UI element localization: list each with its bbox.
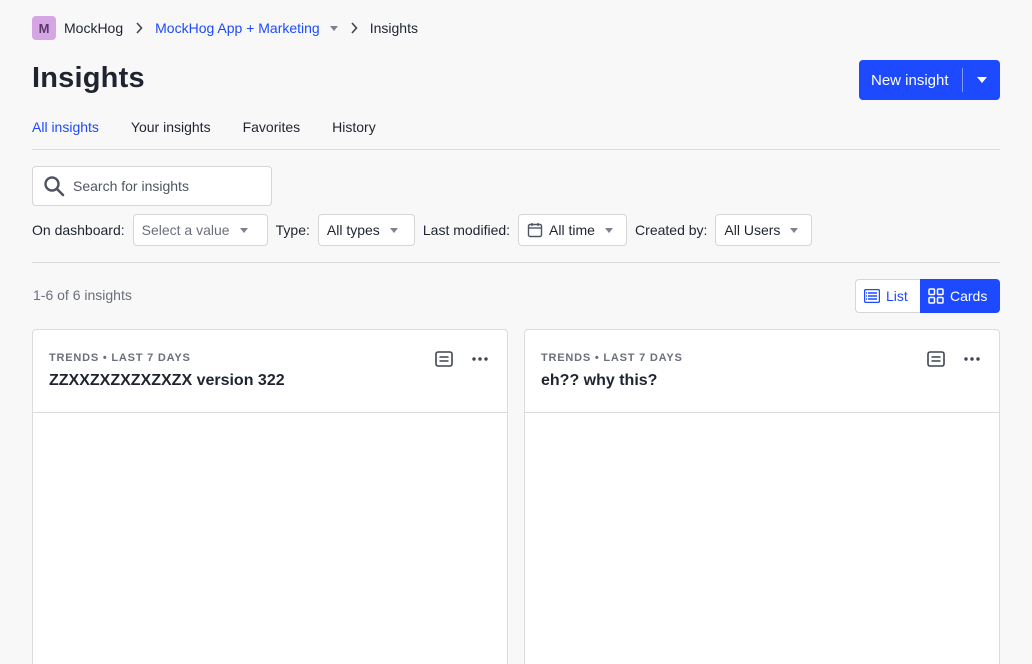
modified-select-value: All time [549,222,595,238]
breadcrumb-project-label: MockHog App + Marketing [155,20,320,36]
insight-card-title[interactable]: ZZXXZXZXZXZXZX version 322 [49,372,491,390]
type-select-value: All types [326,222,380,238]
chevron-right-icon [135,22,143,34]
tab-your-insights[interactable]: Your insights [131,112,211,142]
cards-view-button[interactable]: Cards [920,279,1000,313]
type-filter-label: Type: [275,222,310,238]
caret-down-icon [239,227,248,233]
details-icon[interactable] [433,350,455,368]
dashboard-select-value: Select a value [141,222,230,238]
breadcrumb-project[interactable]: MockHog App + Marketing [155,20,338,36]
dashboard-select[interactable]: Select a value [132,214,268,246]
tab-all-insights[interactable]: All insights [32,112,99,142]
insight-card[interactable]: Trends • Last 7 days eh?? why this? [524,329,1000,664]
list-icon [864,289,880,303]
created-select-value: All Users [724,222,781,238]
search-input[interactable] [73,178,253,194]
modified-filter-label: Last modified: [422,222,511,238]
grid-icon [928,288,944,304]
insight-card-header: Trends • Last 7 days ZZXXZXZXZXZXZX vers… [33,330,507,413]
created-filter-label: Created by: [635,222,708,238]
search-box[interactable] [32,166,272,206]
caret-down-icon [976,77,987,83]
view-toggle: List Cards [855,279,1000,313]
page-title: Insights [32,62,145,94]
list-view-label: List [886,288,908,304]
filters-row: On dashboard: Select a value Type: All t… [32,214,820,246]
calendar-icon [527,223,543,238]
list-view-button[interactable]: List [855,279,920,313]
breadcrumb: M MockHog MockHog App + Marketing Insigh… [32,16,418,40]
results-count: 1-6 of 6 insights [33,287,132,303]
caret-down-icon [389,227,398,233]
dashboard-filter-label: On dashboard: [32,222,125,238]
insight-card[interactable]: Trends • Last 7 days ZZXXZXZXZXZXZX vers… [32,329,508,664]
more-icon[interactable] [469,350,491,368]
caret-down-icon [790,227,799,233]
tab-favorites[interactable]: Favorites [243,112,301,142]
cards-view-label: Cards [950,288,988,304]
caret-down-icon[interactable] [329,25,338,31]
insight-card-actions [419,350,491,368]
divider [32,262,1000,263]
more-icon[interactable] [961,350,983,368]
tab-history[interactable]: History [332,112,376,142]
type-select[interactable]: All types [317,214,415,246]
new-insight-dropdown[interactable] [963,77,1000,83]
insight-card-header: Trends • Last 7 days eh?? why this? [525,330,999,413]
new-insight-label[interactable]: New insight [859,72,962,89]
details-icon[interactable] [925,350,947,368]
insight-card-actions [911,350,983,368]
breadcrumb-current: Insights [369,20,418,36]
org-avatar[interactable]: M [32,16,56,40]
new-insight-button[interactable]: New insight [859,60,1000,100]
search-icon [44,176,65,197]
chevron-right-icon [350,22,358,34]
created-select[interactable]: All Users [715,214,813,246]
breadcrumb-org[interactable]: MockHog [64,20,123,36]
insight-tabs: All insights Your insights Favorites His… [32,112,1000,150]
caret-down-icon [604,227,613,233]
insight-card-title[interactable]: eh?? why this? [541,372,983,390]
modified-select[interactable]: All time [518,214,628,246]
